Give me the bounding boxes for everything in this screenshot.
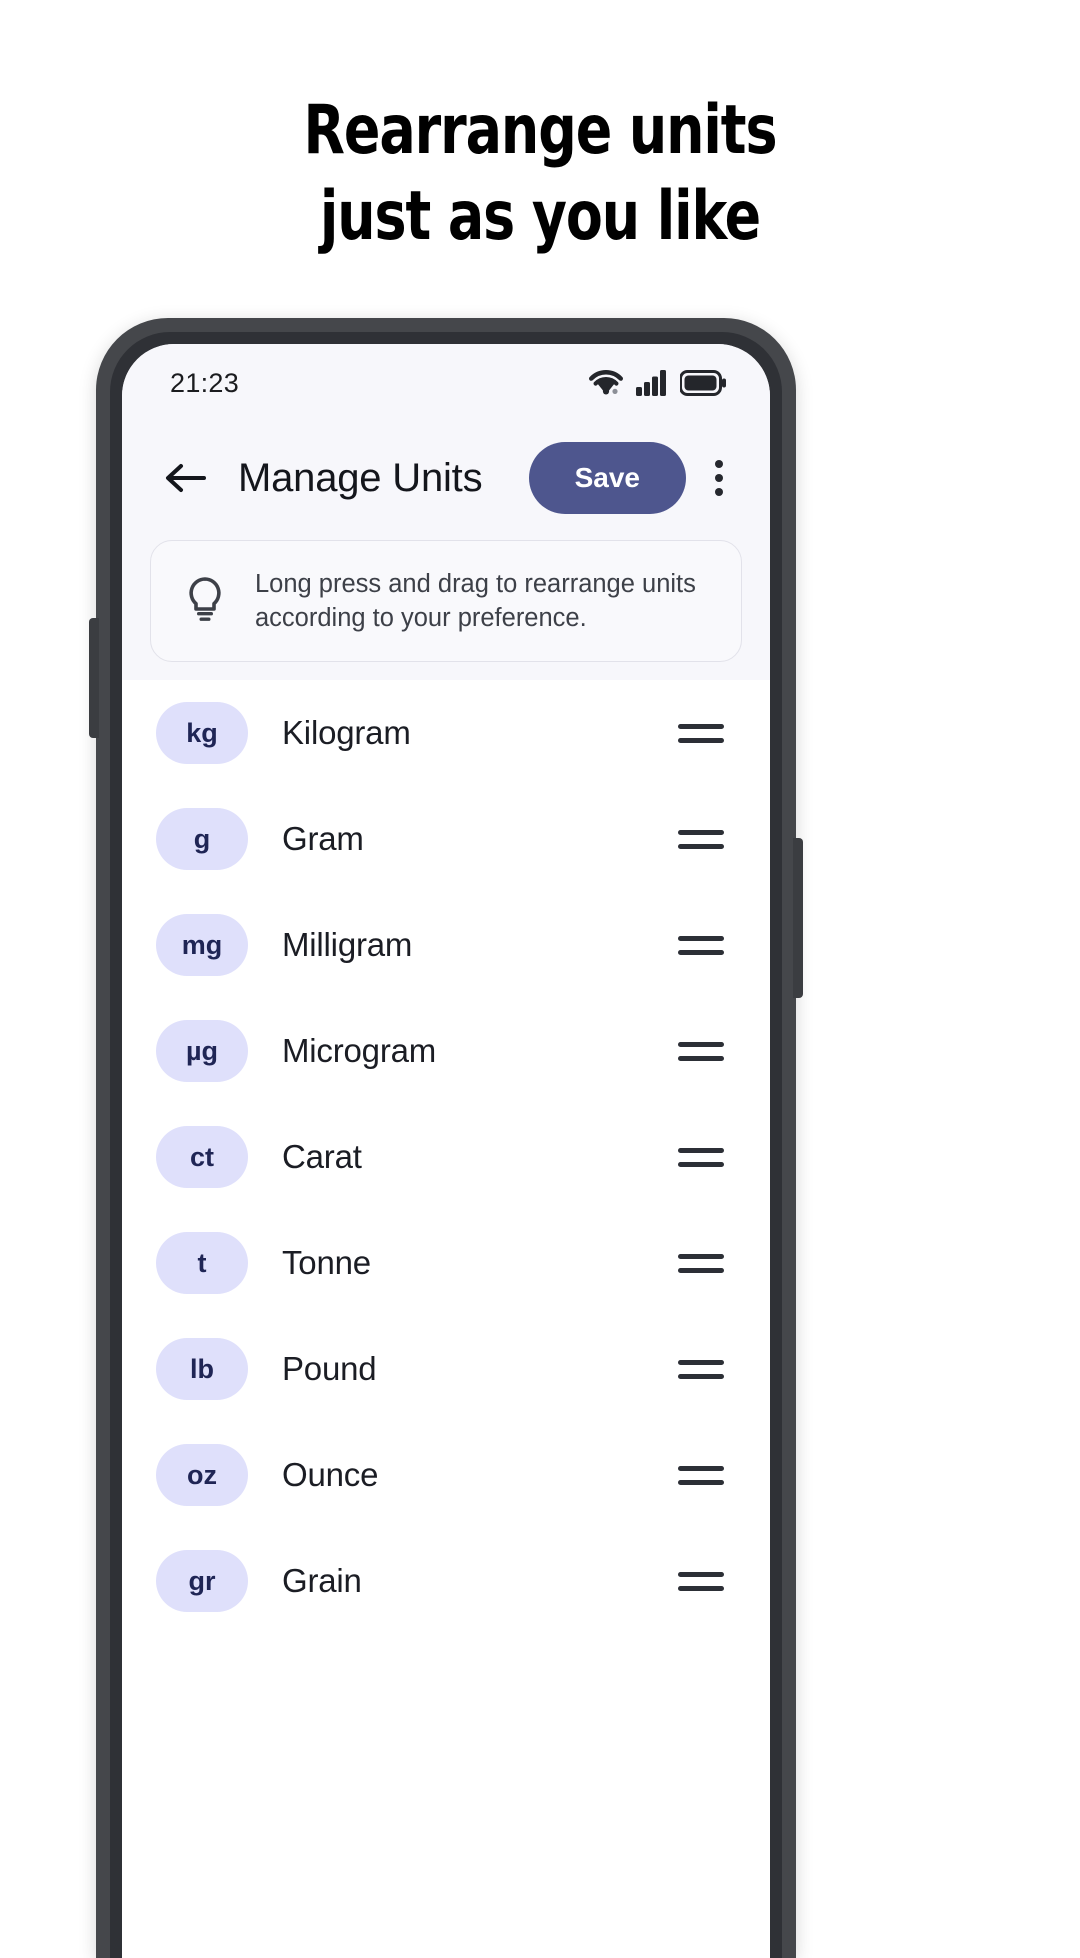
list-item[interactable]: kg Kilogram <box>122 680 770 786</box>
wifi-icon <box>589 370 623 396</box>
unit-name: Tonne <box>282 1244 371 1281</box>
list-item[interactable]: ct Carat <box>122 1104 770 1210</box>
tip-text: Long press and drag to rearrange units a… <box>255 570 696 632</box>
drag-handle-icon[interactable] <box>678 1465 724 1485</box>
promo-headline: Rearrange units just as you like <box>65 88 1015 260</box>
status-icon-group <box>589 370 726 396</box>
tip-banner-container: Long press and drag to rearrange units a… <box>122 534 770 680</box>
unit-abbr-badge: µg <box>156 1020 248 1082</box>
save-button[interactable]: Save <box>528 442 686 514</box>
unit-abbr-badge: kg <box>156 702 248 764</box>
phone-screen: 21:23 Manage Units Save Long press and d… <box>122 344 770 1958</box>
unit-abbr-badge: mg <box>156 914 248 976</box>
unit-abbr-badge: oz <box>156 1444 248 1506</box>
unit-name: Milligram <box>282 926 413 963</box>
unit-abbr-badge: ct <box>156 1126 248 1188</box>
volume-button[interactable] <box>89 618 99 738</box>
headline-line-1: Rearrange units <box>303 91 778 170</box>
unit-name: Kilogram <box>282 714 411 751</box>
tip-banner: Long press and drag to rearrange units a… <box>150 540 742 662</box>
drag-handle-icon[interactable] <box>678 723 724 743</box>
list-item[interactable]: g Gram <box>122 786 770 892</box>
phone-mockup: 21:23 Manage Units Save Long press and d… <box>89 318 803 1958</box>
drag-handle-icon[interactable] <box>678 935 724 955</box>
list-item[interactable]: µg Microgram <box>122 998 770 1104</box>
unit-abbr-badge: t <box>156 1232 248 1294</box>
drag-handle-icon[interactable] <box>678 1359 724 1379</box>
unit-list: kg Kilogram g Gram mg Milligram µg Micro… <box>122 680 770 1958</box>
list-item[interactable]: t Tonne <box>122 1210 770 1316</box>
status-bar: 21:23 <box>122 344 770 422</box>
drag-handle-icon[interactable] <box>678 1253 724 1273</box>
back-arrow-icon[interactable] <box>154 447 216 509</box>
app-bar: Manage Units Save <box>122 422 770 534</box>
list-item[interactable]: mg Milligram <box>122 892 770 998</box>
list-item[interactable]: oz Ounce <box>122 1422 770 1528</box>
list-item[interactable]: gr Grain <box>122 1528 770 1634</box>
unit-abbr-badge: lb <box>156 1338 248 1400</box>
lightbulb-icon <box>181 576 229 626</box>
unit-name: Ounce <box>282 1456 379 1493</box>
status-time: 21:23 <box>170 367 240 398</box>
list-item[interactable]: lb Pound <box>122 1316 770 1422</box>
drag-handle-icon[interactable] <box>678 829 724 849</box>
unit-name: Pound <box>282 1350 377 1387</box>
unit-abbr-badge: g <box>156 808 248 870</box>
cellular-signal-icon <box>636 370 667 396</box>
power-button[interactable] <box>793 838 803 998</box>
page-title: Manage Units <box>238 455 483 500</box>
battery-full-icon <box>680 370 726 396</box>
unit-name: Microgram <box>282 1032 437 1069</box>
headline-line-2: just as you like <box>319 177 761 256</box>
unit-name: Gram <box>282 820 364 857</box>
more-vertical-icon[interactable] <box>690 447 748 509</box>
unit-name: Grain <box>282 1562 362 1599</box>
drag-handle-icon[interactable] <box>678 1147 724 1167</box>
drag-handle-icon[interactable] <box>678 1041 724 1061</box>
unit-name: Carat <box>282 1138 362 1175</box>
unit-abbr-badge: gr <box>156 1550 248 1612</box>
drag-handle-icon[interactable] <box>678 1571 724 1591</box>
